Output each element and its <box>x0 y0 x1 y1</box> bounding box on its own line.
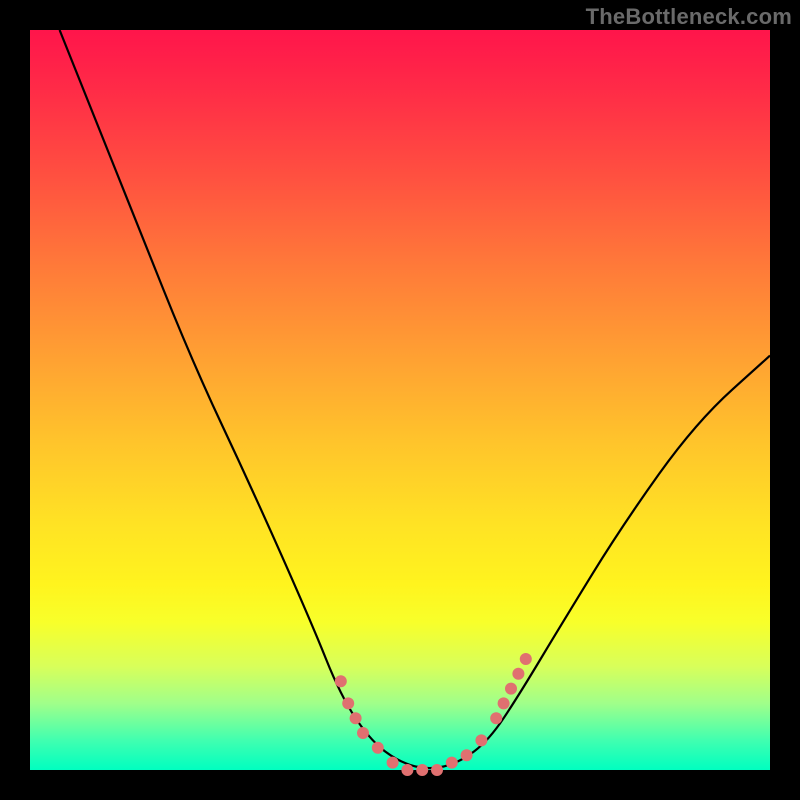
marker-dot <box>372 742 384 754</box>
chart-svg <box>30 30 770 770</box>
marker-dot <box>431 764 443 776</box>
marker-dot <box>512 668 524 680</box>
marker-dot <box>387 757 399 769</box>
marker-group <box>335 653 532 776</box>
marker-dot <box>401 764 413 776</box>
marker-dot <box>461 749 473 761</box>
marker-dot <box>335 675 347 687</box>
marker-dot <box>357 727 369 739</box>
marker-dot <box>416 764 428 776</box>
chart-frame: TheBottleneck.com <box>0 0 800 800</box>
marker-dot <box>520 653 532 665</box>
marker-dot <box>505 683 517 695</box>
bottleneck-curve <box>60 30 770 768</box>
marker-dot <box>342 697 354 709</box>
plot-area <box>30 30 770 770</box>
marker-dot <box>498 697 510 709</box>
watermark-text: TheBottleneck.com <box>586 4 792 30</box>
marker-dot <box>350 712 362 724</box>
marker-dot <box>490 712 502 724</box>
marker-dot <box>475 734 487 746</box>
marker-dot <box>446 757 458 769</box>
